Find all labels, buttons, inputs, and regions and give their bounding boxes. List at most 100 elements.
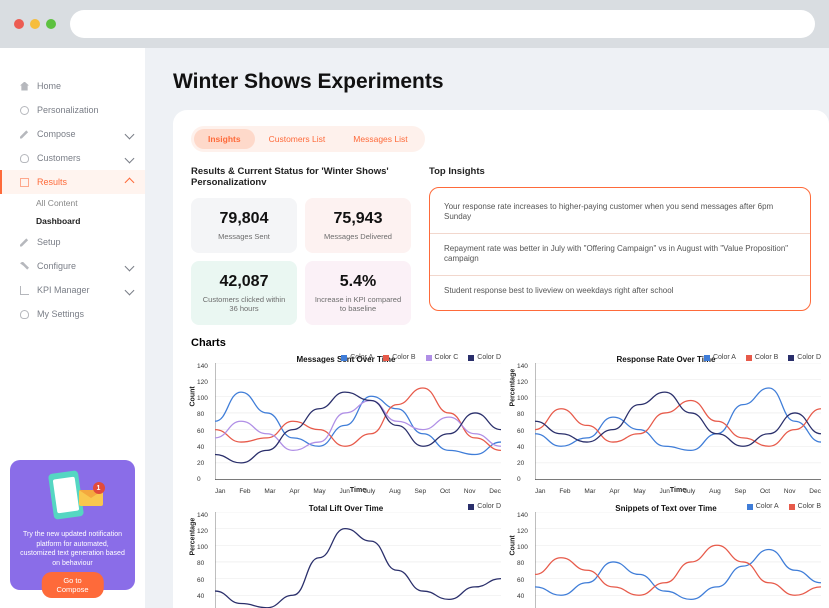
- go-to-compose-button[interactable]: Go to Compose: [41, 572, 104, 598]
- nav-label: Setup: [37, 237, 61, 247]
- y-axis-label: Percentage: [510, 369, 517, 407]
- y-axis-label: Percentage: [190, 518, 197, 556]
- legend-item: Color B: [746, 354, 778, 361]
- browser-chrome: [0, 0, 829, 48]
- nav-home[interactable]: Home: [0, 74, 145, 98]
- tabs: Insights Customers List Messages List: [191, 126, 425, 152]
- chart-card: Response Rate Over Time Color AColor BCo…: [511, 355, 821, 494]
- kpi-clicks: 42,087 Customers clicked within 36 hours: [191, 261, 297, 325]
- kpi-messages-delivered: 75,943 Messages Delivered: [305, 198, 411, 253]
- panel: Insights Customers List Messages List Re…: [173, 110, 829, 608]
- logo-icon: [20, 58, 38, 68]
- nav-compose[interactable]: Compose: [0, 122, 145, 146]
- legend-item: Color B: [789, 503, 821, 510]
- chevron-down-icon: [125, 261, 135, 271]
- results-icon: [20, 178, 29, 187]
- minimize-window-icon[interactable]: [30, 19, 40, 29]
- y-axis-label: Count: [510, 535, 517, 555]
- tab-insights[interactable]: Insights: [194, 129, 255, 149]
- window-controls: [14, 19, 56, 29]
- chart-card: Messages Sent Over Time Color AColor BCo…: [191, 355, 501, 494]
- kpi-label: Customers clicked within 36 hours: [199, 295, 289, 313]
- legend-item: Color B: [383, 354, 415, 361]
- chart-plot: Percentage 140120100806040200 JanFebMarA…: [215, 512, 501, 608]
- nav-label: Results: [37, 177, 67, 187]
- y-axis-label: Count: [190, 386, 197, 406]
- legend-item: Color D: [468, 503, 501, 510]
- sidebar: Home Personalization Compose Customers R…: [0, 48, 145, 608]
- subnav-dashboard[interactable]: Dashboard: [36, 212, 145, 230]
- kpi-value: 42,087: [199, 273, 289, 291]
- legend-item: Color D: [788, 354, 821, 361]
- close-window-icon[interactable]: [14, 19, 24, 29]
- kpi-label: Messages Sent: [199, 232, 289, 241]
- nav-label: Compose: [37, 129, 76, 139]
- nav-label: KPI Manager: [37, 285, 90, 295]
- insights-heading: Top Insights: [429, 166, 811, 177]
- subnav-all-content[interactable]: All Content: [36, 194, 145, 212]
- user-icon: [20, 310, 29, 319]
- y-ticks: 140120100806040200: [197, 512, 208, 608]
- legend-item: Color A: [704, 354, 736, 361]
- tab-messages-list[interactable]: Messages List: [339, 129, 421, 149]
- chart-plot: Count 140120100806040200 JanFebMarAprMay…: [535, 512, 821, 608]
- y-ticks: 140120100806040200: [517, 363, 528, 483]
- legend-item: Color C: [426, 354, 459, 361]
- x-ticks: JanFebMarAprMayJunJulyAugSepOctNovDec: [215, 488, 501, 495]
- chart-grid: Messages Sent Over Time Color AColor BCo…: [191, 355, 811, 608]
- kpi-messages-sent: 79,804 Messages Sent: [191, 198, 297, 253]
- legend-item: Color D: [468, 354, 501, 361]
- page-title: Winter Shows Experiments: [173, 70, 829, 94]
- nav-personalization[interactable]: Personalization: [0, 98, 145, 122]
- nav-label: Personalization: [37, 105, 99, 115]
- home-icon: [20, 82, 29, 91]
- x-ticks: JanFebMarAprMayJunJulyAugSepOctNovDec: [535, 488, 821, 495]
- nav-label: Configure: [37, 261, 76, 271]
- nav-label: My Settings: [37, 309, 84, 319]
- chevron-down-icon: [125, 129, 135, 139]
- nav-label: Customers: [37, 153, 81, 163]
- nav-label: Home: [37, 81, 61, 91]
- nav-kpi-manager[interactable]: KPI Manager: [0, 278, 145, 302]
- legend-item: Color A: [341, 354, 373, 361]
- results-subnav: All Content Dashboard: [0, 194, 145, 230]
- main-content: Winter Shows Experiments Insights Custom…: [145, 48, 829, 608]
- results-heading: Results & Current Status for 'Winter Sho…: [191, 166, 411, 188]
- promo-card: 1 Try the new updated notification platf…: [10, 460, 135, 590]
- setup-icon: [20, 238, 29, 247]
- kpi-value: 79,804: [199, 210, 289, 228]
- chart-plot: Count 140120100806040200 JanFebMarAprMay…: [215, 363, 501, 483]
- legend-item: Color A: [747, 503, 779, 510]
- charts-heading: Charts: [191, 337, 811, 349]
- maximize-window-icon[interactable]: [46, 19, 56, 29]
- tab-customers-list[interactable]: Customers List: [255, 129, 340, 149]
- chart-icon: [20, 286, 29, 295]
- nav-setup[interactable]: Setup: [0, 230, 145, 254]
- chevron-down-icon: [125, 285, 135, 295]
- nav-customers[interactable]: Customers: [0, 146, 145, 170]
- gear-icon: [20, 106, 29, 115]
- kpi-value: 5.4%: [313, 273, 403, 291]
- kpi-cards: 79,804 Messages Sent 75,943 Messages Del…: [191, 198, 411, 325]
- chevron-down-icon: [125, 153, 135, 163]
- chart-plot: Percentage 140120100806040200 JanFebMarA…: [535, 363, 821, 483]
- nav-results[interactable]: Results: [0, 170, 145, 194]
- wrench-icon: [20, 262, 29, 271]
- kpi-label: Increase in KPI compared to baseline: [313, 295, 403, 313]
- promo-text: Try the new updated notification platfor…: [20, 530, 125, 568]
- chart-legend: Color A Color B Color C Color D: [191, 354, 501, 361]
- kpi-lift: 5.4% Increase in KPI compared to baselin…: [305, 261, 411, 325]
- insight-row: Your response rate increases to higher-p…: [430, 192, 810, 234]
- url-bar[interactable]: [70, 10, 815, 38]
- nav-configure[interactable]: Configure: [0, 254, 145, 278]
- chart-card: Snippets of Text over Time Color AColor …: [511, 504, 821, 608]
- nav-my-settings[interactable]: My Settings: [0, 302, 145, 326]
- top-insights: Top Insights Your response rate increase…: [429, 166, 811, 325]
- promo-illustration: 1: [43, 472, 103, 522]
- users-icon: [20, 154, 29, 163]
- kpi-value: 75,943: [313, 210, 403, 228]
- insights-box: Your response rate increases to higher-p…: [429, 187, 811, 311]
- notification-badge: 1: [93, 482, 105, 494]
- kpi-label: Messages Delivered: [313, 232, 403, 241]
- compose-icon: [20, 130, 29, 139]
